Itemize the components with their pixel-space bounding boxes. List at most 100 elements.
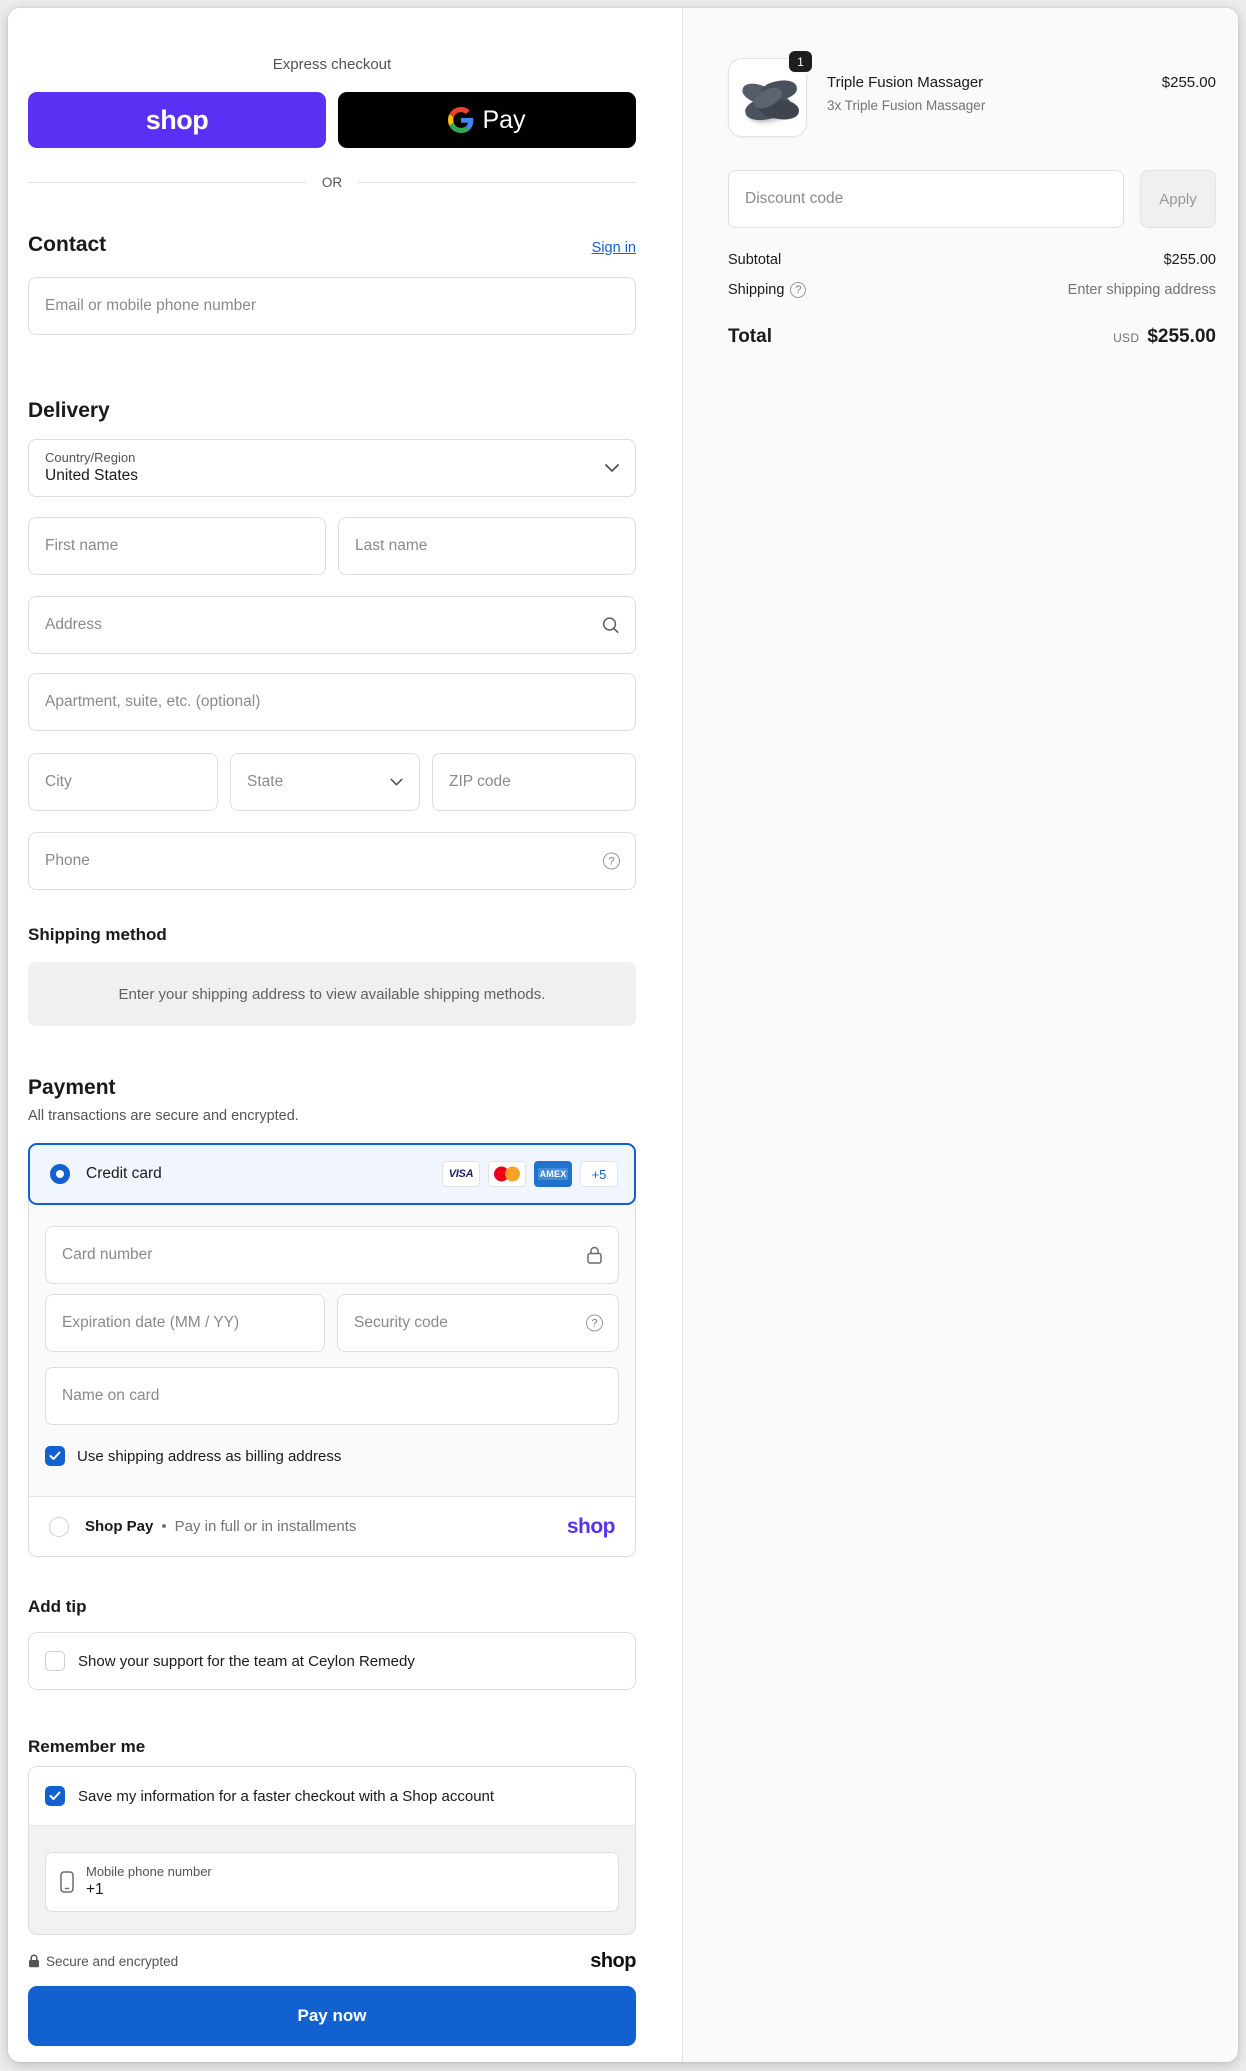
gpay-label: Pay bbox=[482, 105, 526, 134]
lock-icon bbox=[586, 1246, 603, 1265]
exp-cvv-row: ? bbox=[45, 1294, 619, 1352]
or-divider: OR bbox=[28, 174, 636, 190]
amex-icon: AMEX bbox=[534, 1161, 572, 1187]
billing-address-label: Use shipping address as billing address bbox=[77, 1447, 342, 1465]
country-select[interactable]: Country/Region United States bbox=[28, 439, 636, 497]
or-text: OR bbox=[321, 174, 343, 190]
mobile-phone-field[interactable]: Mobile phone number +1 bbox=[45, 1852, 619, 1912]
save-info-label: Save my information for a faster checkou… bbox=[78, 1787, 495, 1805]
credit-card-radio[interactable] bbox=[50, 1164, 70, 1184]
apartment-input[interactable] bbox=[28, 673, 636, 731]
state-select[interactable]: State bbox=[230, 753, 420, 811]
line-item: 1 Triple Fusion Massager 3x Triple Fusio… bbox=[728, 49, 1216, 137]
name-row bbox=[28, 517, 636, 575]
shop-pay-radio[interactable] bbox=[49, 1516, 69, 1537]
tip-row: Show your support for the team at Ceylon… bbox=[28, 1632, 636, 1690]
shop-logo: shop bbox=[145, 104, 209, 135]
billing-address-checkbox[interactable] bbox=[45, 1446, 65, 1466]
discount-row: Apply bbox=[728, 170, 1216, 228]
shipping-method-heading: Shipping method bbox=[28, 925, 167, 944]
email-input[interactable] bbox=[28, 277, 636, 335]
product-thumbnail-wrap: 1 bbox=[728, 49, 814, 137]
payment-subtitle: All transactions are secure and encrypte… bbox=[28, 1108, 299, 1124]
divider-line bbox=[28, 181, 306, 183]
credit-card-label: Credit card bbox=[86, 1165, 162, 1182]
state-placeholder: State bbox=[247, 773, 284, 790]
city-state-zip-row: State bbox=[28, 753, 636, 811]
city-input[interactable] bbox=[28, 753, 218, 811]
delivery-heading: Delivery bbox=[28, 399, 110, 422]
shipping-value: Enter shipping address bbox=[1067, 282, 1216, 298]
payment-heading: Payment bbox=[28, 1076, 116, 1099]
save-info-checkbox[interactable] bbox=[45, 1786, 65, 1806]
tip-label: Show your support for the team at Ceylon… bbox=[78, 1652, 415, 1670]
help-icon[interactable]: ? bbox=[586, 1314, 603, 1332]
shop-pay-express-button[interactable]: shop bbox=[28, 92, 326, 148]
add-tip-heading: Add tip bbox=[28, 1597, 87, 1616]
shipping-label: Shipping bbox=[728, 282, 785, 298]
contact-header: Contact Sign in bbox=[28, 233, 636, 257]
security-code-input[interactable] bbox=[337, 1294, 619, 1352]
card-number-wrap bbox=[45, 1226, 619, 1284]
card-number-input[interactable] bbox=[45, 1226, 619, 1284]
save-info-row: Save my information for a faster checkou… bbox=[29, 1767, 635, 1825]
mobile-phone-content: Mobile phone number +1 bbox=[86, 1865, 212, 1899]
expiration-input[interactable] bbox=[45, 1294, 325, 1352]
phone-input[interactable] bbox=[28, 832, 636, 890]
shop-pay-label: Shop Pay bbox=[85, 1518, 154, 1535]
subtotal-row: Subtotal $255.00 bbox=[728, 252, 1216, 268]
item-price: $255.00 bbox=[1161, 74, 1216, 91]
total-label: Total bbox=[728, 326, 772, 347]
chevron-down-icon bbox=[605, 464, 619, 473]
item-variant: 3x Triple Fusion Massager bbox=[827, 98, 986, 113]
currency-code: USD bbox=[1113, 331, 1140, 345]
chevron-down-icon bbox=[390, 778, 403, 786]
secure-row: Secure and encrypted shop bbox=[28, 1950, 636, 1972]
item-title: Triple Fusion Massager bbox=[827, 74, 984, 91]
name-on-card-input[interactable] bbox=[45, 1367, 619, 1425]
mobile-phone-value: +1 bbox=[86, 1881, 104, 1898]
tip-checkbox[interactable] bbox=[45, 1651, 65, 1671]
credit-card-option[interactable]: Credit card VISA AMEX +5 bbox=[28, 1143, 636, 1205]
first-name-input[interactable] bbox=[28, 517, 326, 575]
last-name-input[interactable] bbox=[338, 517, 636, 575]
security-code-wrap: ? bbox=[337, 1294, 619, 1352]
country-value: United States bbox=[45, 467, 139, 484]
checkout-form-pane: Express checkout shop Pay OR Contact Sig… bbox=[8, 8, 682, 2062]
pay-now-button[interactable]: Pay now bbox=[28, 1986, 636, 2046]
total-row: Total USD $255.00 bbox=[728, 326, 1216, 348]
phone-field-wrap: ? bbox=[28, 832, 636, 890]
billing-address-row: Use shipping address as billing address bbox=[45, 1446, 619, 1466]
card-brand-badges: VISA AMEX +5 bbox=[442, 1161, 618, 1187]
remember-me-box: Save my information for a faster checkou… bbox=[28, 1766, 636, 1935]
mobile-phone-label: Mobile phone number bbox=[86, 1864, 212, 1879]
shipping-method-notice: Enter your shipping address to view avai… bbox=[28, 962, 636, 1026]
search-icon bbox=[601, 616, 620, 635]
sign-in-link[interactable]: Sign in bbox=[592, 240, 636, 256]
mobile-phone-icon bbox=[60, 1871, 74, 1893]
shop-pay-option[interactable]: Shop Pay • Pay in full or in installment… bbox=[29, 1496, 635, 1556]
apply-discount-button[interactable]: Apply bbox=[1140, 170, 1216, 228]
google-pay-button[interactable]: Pay bbox=[338, 92, 636, 148]
more-cards-badge[interactable]: +5 bbox=[580, 1161, 618, 1187]
credit-card-form: ? Use shipping address as billing addres… bbox=[29, 1204, 635, 1496]
discount-code-input[interactable] bbox=[728, 170, 1124, 228]
total-amount-wrap: USD $255.00 bbox=[1113, 326, 1216, 348]
help-icon[interactable]: ? bbox=[603, 852, 620, 870]
country-select-content: Country/Region United States bbox=[45, 451, 138, 485]
express-buttons: shop Pay bbox=[28, 92, 636, 148]
payment-methods-box: Credit card VISA AMEX +5 Card number Exp… bbox=[28, 1143, 636, 1557]
subtotal-label: Subtotal bbox=[728, 252, 782, 268]
address-input[interactable] bbox=[28, 596, 636, 654]
contact-heading: Contact bbox=[28, 233, 107, 256]
item-info: Triple Fusion Massager 3x Triple Fusion … bbox=[807, 58, 1162, 113]
total-value: $255.00 bbox=[1147, 326, 1216, 347]
zip-input[interactable] bbox=[432, 753, 636, 811]
visa-icon: VISA bbox=[442, 1161, 480, 1187]
help-icon[interactable]: ? bbox=[790, 282, 807, 298]
shop-pay-desc: Pay in full or in installments bbox=[174, 1518, 357, 1535]
google-g-icon bbox=[448, 107, 474, 133]
address-field-wrap bbox=[28, 596, 636, 654]
country-label: Country/Region bbox=[45, 450, 136, 465]
remember-me-heading: Remember me bbox=[28, 1737, 146, 1756]
